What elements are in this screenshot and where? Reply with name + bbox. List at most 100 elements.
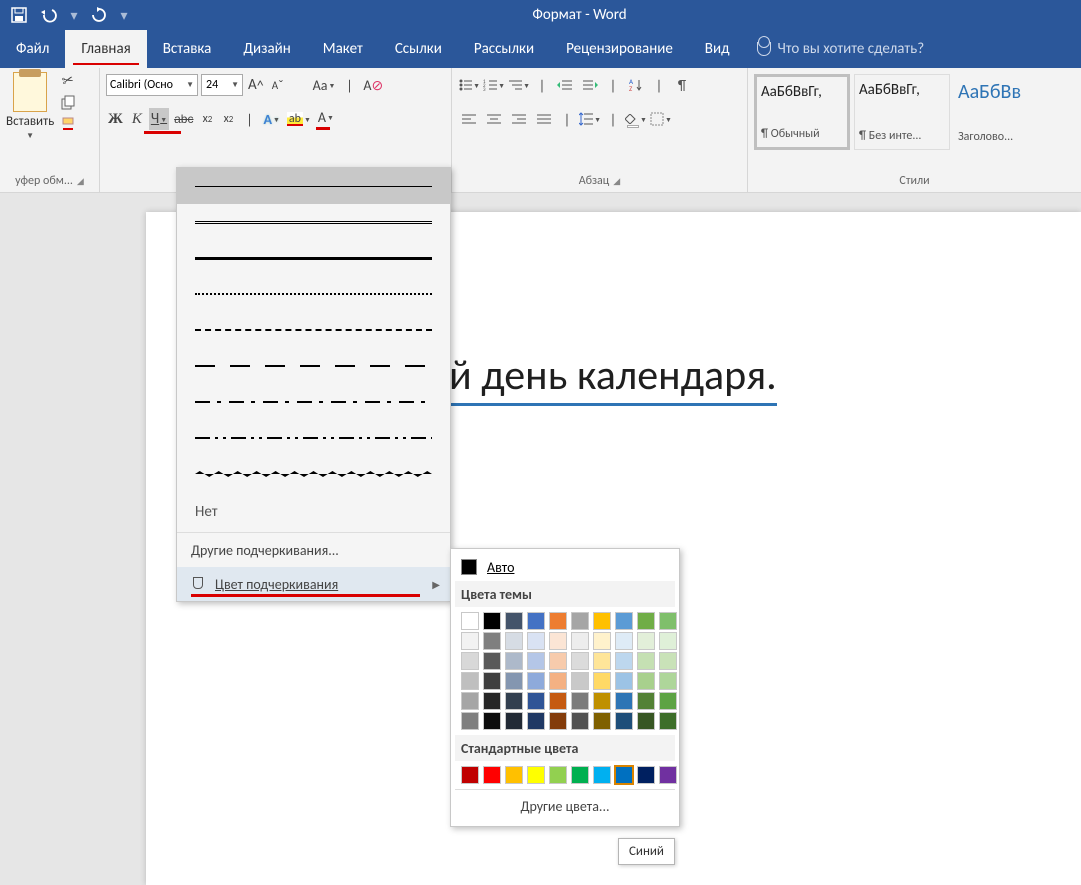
superscript-button[interactable]: x2 xyxy=(219,108,237,130)
color-swatch[interactable] xyxy=(461,672,479,690)
color-swatch[interactable] xyxy=(549,632,567,650)
cut-icon[interactable]: ✂ xyxy=(60,71,76,90)
color-swatch[interactable] xyxy=(461,632,479,650)
underline-thick[interactable] xyxy=(177,240,450,276)
undo-icon[interactable] xyxy=(40,6,58,24)
color-swatch[interactable] xyxy=(527,692,545,710)
style-normal[interactable]: АаБбВвГг, ¶ Обычный xyxy=(754,74,850,150)
more-underlines[interactable]: Другие подчеркивания... xyxy=(177,533,450,567)
font-color-button[interactable]: A▼ xyxy=(316,108,336,130)
color-swatch[interactable] xyxy=(615,632,633,650)
color-swatch[interactable] xyxy=(461,692,479,710)
color-swatch[interactable] xyxy=(483,672,501,690)
color-swatch[interactable] xyxy=(461,712,479,730)
color-swatch[interactable] xyxy=(571,766,589,784)
text-effects-button[interactable]: A▼ xyxy=(261,108,281,130)
tab-insert[interactable]: Вставка xyxy=(147,30,228,68)
underline-wave[interactable] xyxy=(177,456,450,492)
color-swatch[interactable] xyxy=(637,632,655,650)
color-swatch[interactable] xyxy=(593,712,611,730)
save-icon[interactable] xyxy=(10,6,28,24)
tab-mailings[interactable]: Рассылки xyxy=(458,30,550,68)
tab-view[interactable]: Вид xyxy=(689,30,746,68)
increase-indent-button[interactable] xyxy=(579,74,601,96)
color-swatch[interactable] xyxy=(461,652,479,670)
color-swatch[interactable] xyxy=(637,712,655,730)
align-right-button[interactable] xyxy=(508,108,530,130)
align-center-button[interactable] xyxy=(483,108,505,130)
multilevel-list-button[interactable]: ▼ xyxy=(508,74,530,96)
color-swatch[interactable] xyxy=(659,712,677,730)
color-swatch[interactable] xyxy=(483,612,501,630)
dropdown-icon[interactable]: ▾ xyxy=(70,6,78,24)
underline-button[interactable]: Ч▼ xyxy=(149,108,169,130)
color-swatch[interactable] xyxy=(659,766,677,784)
color-swatch[interactable] xyxy=(593,612,611,630)
color-auto[interactable]: Авто xyxy=(455,553,675,581)
color-swatch[interactable] xyxy=(505,672,523,690)
color-swatch[interactable] xyxy=(659,652,677,670)
shrink-font-button[interactable]: Aˇ xyxy=(269,74,287,96)
color-swatch[interactable] xyxy=(483,632,501,650)
tab-design[interactable]: Дизайн xyxy=(227,30,306,68)
more-colors[interactable]: Другие цвета... xyxy=(455,790,675,822)
color-swatch[interactable] xyxy=(659,692,677,710)
paste-button[interactable]: Вставить ▼ xyxy=(6,72,54,174)
chevron-down-icon[interactable]: ▼ xyxy=(186,80,194,90)
qat-customize-icon[interactable]: ▾ xyxy=(120,6,128,24)
bold-button[interactable]: Ж xyxy=(106,108,125,130)
color-swatch[interactable] xyxy=(549,652,567,670)
copy-icon[interactable] xyxy=(60,95,76,111)
color-swatch[interactable] xyxy=(615,712,633,730)
color-swatch[interactable] xyxy=(549,672,567,690)
tell-me[interactable]: Что вы хотите сделать? xyxy=(757,30,924,68)
color-swatch[interactable] xyxy=(637,766,655,784)
chevron-down-icon[interactable]: ▼ xyxy=(26,131,34,141)
italic-button[interactable]: К xyxy=(128,108,146,130)
tab-file[interactable]: Файл xyxy=(0,30,65,68)
font-name-combo[interactable]: Calibri (Осно▼ xyxy=(106,74,198,96)
decrease-indent-button[interactable] xyxy=(554,74,576,96)
color-swatch[interactable] xyxy=(571,632,589,650)
underline-single[interactable] xyxy=(177,168,450,204)
document-text[interactable]: й день календаря. xyxy=(449,350,777,406)
color-swatch[interactable] xyxy=(571,672,589,690)
color-swatch[interactable] xyxy=(659,632,677,650)
color-swatch[interactable] xyxy=(615,672,633,690)
color-swatch[interactable] xyxy=(483,692,501,710)
tab-references[interactable]: Ссылки xyxy=(379,30,458,68)
redo-icon[interactable] xyxy=(90,6,108,24)
align-left-button[interactable] xyxy=(458,108,480,130)
color-swatch[interactable] xyxy=(527,672,545,690)
color-swatch[interactable] xyxy=(571,612,589,630)
strikethrough-button[interactable]: abc xyxy=(172,108,195,130)
underline-dash-dot-dot[interactable] xyxy=(177,420,450,456)
color-swatch[interactable] xyxy=(505,712,523,730)
subscript-button[interactable]: x2 xyxy=(198,108,216,130)
color-swatch[interactable] xyxy=(615,612,633,630)
color-swatch[interactable] xyxy=(593,766,611,784)
underline-dashed[interactable] xyxy=(177,312,450,348)
color-swatch[interactable] xyxy=(461,766,479,784)
underline-double[interactable] xyxy=(177,204,450,240)
justify-button[interactable] xyxy=(533,108,555,130)
color-swatch[interactable] xyxy=(505,652,523,670)
underline-dotted[interactable] xyxy=(177,276,450,312)
color-swatch[interactable] xyxy=(615,652,633,670)
color-swatch[interactable] xyxy=(637,652,655,670)
highlight-button[interactable]: ab▼ xyxy=(285,108,313,130)
change-case-button[interactable]: Aa▼ xyxy=(311,74,338,96)
color-swatch[interactable] xyxy=(593,632,611,650)
numbering-button[interactable]: 123▼ xyxy=(483,74,505,96)
color-swatch[interactable] xyxy=(571,652,589,670)
tab-layout[interactable]: Макет xyxy=(307,30,379,68)
shading-button[interactable]: ▼ xyxy=(625,108,647,130)
color-swatch[interactable] xyxy=(637,692,655,710)
underline-color[interactable]: Цвет подчеркивания ▶ xyxy=(177,567,450,601)
color-swatch[interactable] xyxy=(483,712,501,730)
clear-formatting-button[interactable]: A⊘ xyxy=(361,74,385,96)
color-swatch[interactable] xyxy=(505,612,523,630)
color-swatch[interactable] xyxy=(637,672,655,690)
borders-button[interactable]: ▼ xyxy=(650,108,672,130)
color-swatch[interactable] xyxy=(571,692,589,710)
